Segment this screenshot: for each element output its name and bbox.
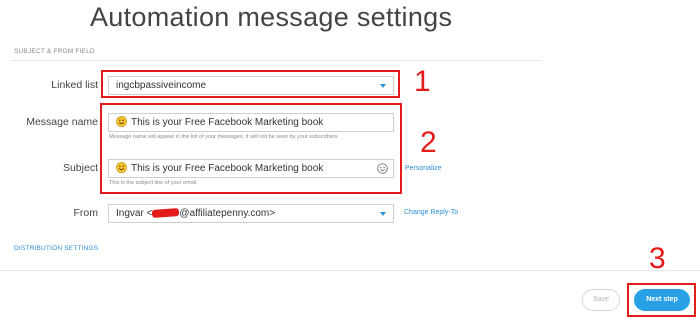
distribution-settings-link[interactable]: DISTRIBUTION SETTINGS [14,245,98,252]
personalize-link[interactable]: Personalize [405,165,442,172]
footer-divider [0,270,700,271]
page-title: Automation message settings [90,2,453,32]
linked-list-label: Linked list [51,79,98,91]
from-value-prefix: Ingvar < [116,208,153,219]
annotation-number-1: 1 [414,65,431,98]
annotation-box-1 [101,70,400,98]
section-divider [12,60,540,61]
message-name-label: Message name [26,116,98,128]
from-label: From [73,207,99,219]
chevron-down-icon [380,212,386,216]
section-subject-from-label: SUBJECT & FROM FIELD [14,48,95,55]
save-button[interactable]: Save [582,289,620,311]
annotation-number-2: 2 [420,126,437,159]
from-value-suffix: @affiliatepenny.com> [179,208,276,219]
change-reply-to-link[interactable]: Change Reply-To [404,209,458,216]
from-select[interactable]: Ingvar < @affiliatepenny.com> [108,204,394,223]
annotation-number-3: 3 [649,242,666,275]
annotation-box-3 [627,283,696,317]
subject-label: Subject [62,162,98,174]
redaction-mark [152,207,180,218]
annotation-box-2 [100,103,402,194]
